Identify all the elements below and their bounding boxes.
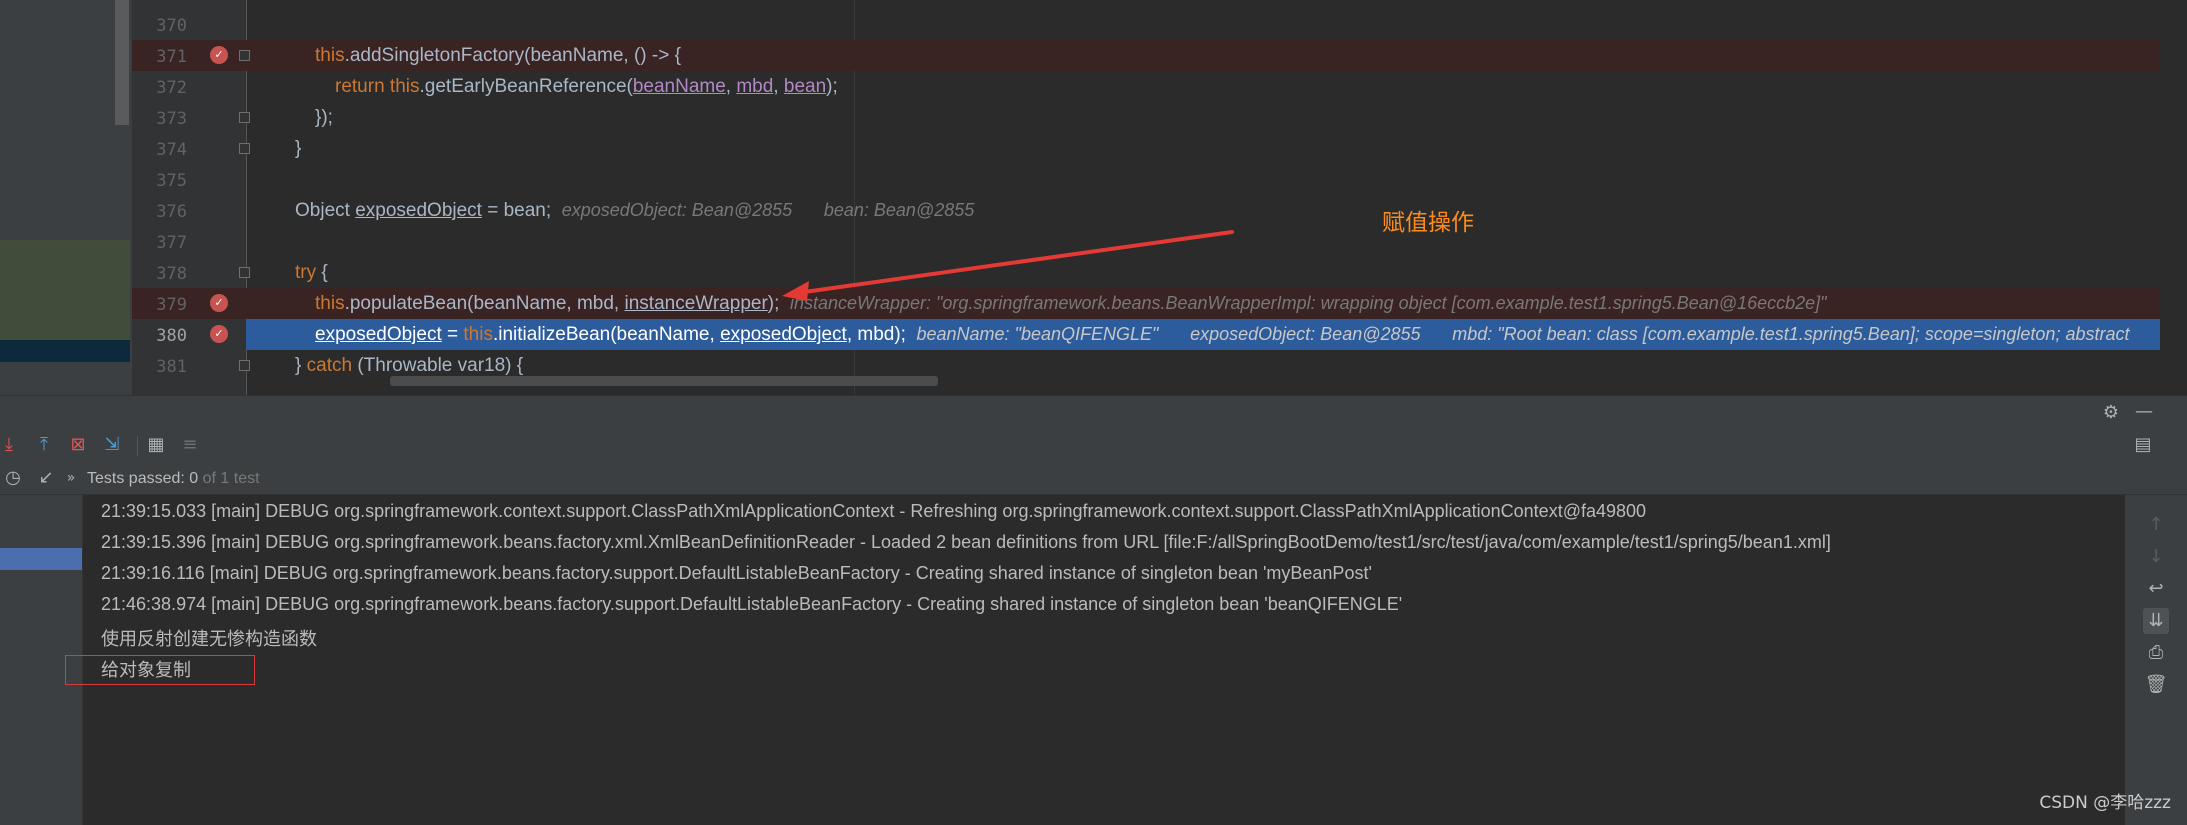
export-tests-icon[interactable]: ⤒ xyxy=(33,435,55,455)
test-status-bar: ◷ ↙ » Tests passed: 0 of 1 test xyxy=(0,462,2187,495)
layout-icon[interactable]: ▤ xyxy=(2132,435,2154,455)
annotation-highlight-box xyxy=(65,655,255,685)
arrow-down-icon[interactable]: ↓ xyxy=(2143,544,2169,570)
console-line: 21:39:16.116 [main] DEBUG org.springfram… xyxy=(101,563,1372,583)
test-tree-selected-row[interactable] xyxy=(0,548,82,570)
rerun-failed-icon[interactable]: ⊠ xyxy=(67,435,89,455)
settings-list-icon[interactable]: ≡ xyxy=(179,435,201,455)
console-side-toolbar: ↑ ↓ ↩ ⇊ ⎙ 🗑 xyxy=(2125,495,2187,825)
run-window-header: ⚙ — xyxy=(0,395,2187,431)
trash-icon[interactable]: 🗑 xyxy=(2143,672,2169,698)
soft-wrap-icon[interactable]: ↩ xyxy=(2143,576,2169,602)
annotation-arrow xyxy=(782,230,1234,301)
scroll-to-end-icon[interactable]: ⇊ xyxy=(2143,608,2169,634)
gear-icon[interactable]: ⚙ xyxy=(2100,403,2122,423)
history-icon[interactable]: ◷ xyxy=(2,468,24,488)
annotation-label: 赋值操作 xyxy=(1382,210,1474,236)
console-output[interactable]: 21:39:15.033 [main] DEBUG org.springfram… xyxy=(65,495,2125,825)
console-line: 使用反射创建无惨构造函数 xyxy=(101,629,317,649)
arrow-up-icon[interactable]: ↑ xyxy=(2143,512,2169,538)
project-panel-selected-row[interactable] xyxy=(0,340,130,362)
project-panel xyxy=(0,0,132,395)
minimize-icon[interactable]: — xyxy=(2133,402,2155,422)
expand-icon[interactable]: » xyxy=(60,468,82,488)
print-icon[interactable]: ⎙ xyxy=(2143,640,2169,666)
sort-icon[interactable]: ⇲ xyxy=(101,435,123,455)
run-toolbar: ⤓ ⤒ ⊠ ⇲ ▦ ≡ ▤ xyxy=(0,430,2187,462)
import-tests-icon[interactable]: ⤓ xyxy=(0,435,20,455)
table-icon[interactable]: ▦ xyxy=(145,435,167,455)
project-panel-scrollbar[interactable] xyxy=(115,0,129,125)
code-editor[interactable]: 370 371 ✓ this.addSingletonFactory(beanN… xyxy=(132,0,2160,395)
tests-status-text: Tests passed: 0 of 1 test xyxy=(87,470,260,487)
project-panel-highlight xyxy=(0,240,130,340)
watermark: CSDN @李哈zzz xyxy=(2039,793,2171,813)
export-icon[interactable]: ↙ xyxy=(35,468,57,488)
console-line: 21:39:15.396 [main] DEBUG org.springfram… xyxy=(101,532,1831,552)
console-line: 21:46:38.974 [main] DEBUG org.springfram… xyxy=(101,594,1403,614)
console-line: 21:39:15.033 [main] DEBUG org.springfram… xyxy=(101,501,1647,521)
